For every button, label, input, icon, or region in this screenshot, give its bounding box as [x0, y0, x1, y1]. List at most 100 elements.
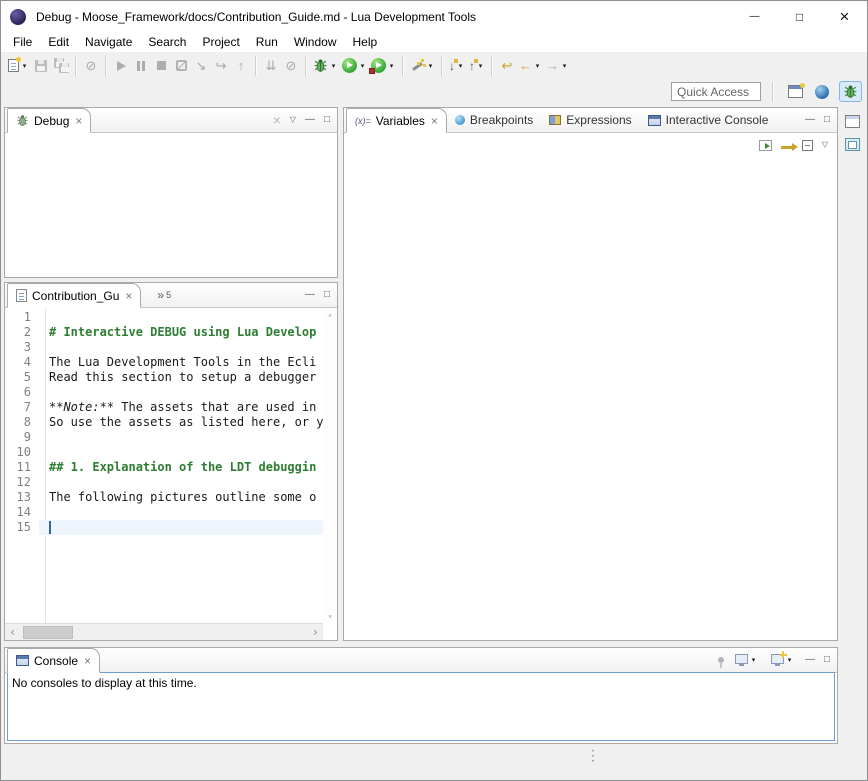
- use-step-filters-button[interactable]: ⊘: [281, 54, 301, 77]
- tab-breakpoints[interactable]: Breakpoints: [447, 108, 541, 132]
- editor-vertical-scrollbar[interactable]: ▴ ▾: [323, 308, 337, 623]
- save-all-button[interactable]: [51, 54, 71, 77]
- back-button[interactable]: ←▾: [517, 54, 544, 77]
- variables-view-menu-button[interactable]: ▽: [822, 141, 828, 149]
- console-icon: [16, 655, 29, 666]
- console-maximize-button[interactable]: □: [824, 655, 830, 665]
- run-button[interactable]: ▾: [340, 54, 369, 77]
- editor-maximize-button[interactable]: □: [324, 290, 330, 300]
- scroll-down-icon[interactable]: ▾: [328, 612, 333, 621]
- debug-perspective-button[interactable]: [839, 81, 862, 102]
- show-logical-structures-button[interactable]: [781, 146, 793, 149]
- tab-debug[interactable]: Debug ×: [7, 108, 91, 133]
- scroll-right-icon[interactable]: ›: [312, 626, 319, 638]
- remove-all-terminated-button[interactable]: ×: [273, 113, 281, 127]
- disconnect-button[interactable]: [171, 54, 191, 77]
- open-perspective-button[interactable]: [785, 80, 805, 103]
- next-annotation-dropdown-arrow[interactable]: ▾: [456, 62, 465, 70]
- show-type-names-button[interactable]: [759, 140, 772, 151]
- console-minimize-button[interactable]: —: [805, 655, 815, 665]
- open-console-button[interactable]: ▾: [769, 651, 796, 669]
- editor-minimize-button[interactable]: —: [305, 290, 315, 300]
- drop-to-frame-button[interactable]: ⇊: [261, 54, 281, 77]
- variables-maximize-button[interactable]: □: [824, 115, 830, 125]
- script-perspective-button[interactable]: [812, 80, 832, 103]
- save-button[interactable]: [31, 54, 51, 77]
- external-tools-dropdown-arrow[interactable]: ▾: [426, 62, 435, 70]
- pin-console-button[interactable]: [718, 657, 724, 663]
- back-dropdown-arrow[interactable]: ▾: [533, 62, 542, 70]
- suspend-button[interactable]: [131, 54, 151, 77]
- new-dropdown-arrow[interactable]: ▾: [20, 62, 29, 70]
- step-into-button[interactable]: ↘: [191, 54, 211, 77]
- restore-minimized-view-icon[interactable]: [845, 115, 860, 128]
- app-icon[interactable]: [10, 9, 26, 25]
- resume-button[interactable]: [111, 54, 131, 77]
- menu-file[interactable]: File: [5, 32, 40, 52]
- minimized-views-strip: [839, 107, 866, 641]
- horizontal-scrollbar-thumb[interactable]: [23, 626, 73, 639]
- menu-project[interactable]: Project: [194, 32, 247, 52]
- variables-view-content[interactable]: [344, 157, 837, 640]
- run-dropdown-arrow[interactable]: ▾: [358, 62, 367, 70]
- forward-button[interactable]: →▾: [544, 54, 571, 77]
- tab-contribution-guide-close-icon[interactable]: ×: [125, 290, 132, 302]
- scroll-up-icon[interactable]: ▴: [328, 310, 333, 319]
- debug-maximize-button[interactable]: □: [324, 115, 330, 125]
- status-bar-grip[interactable]: ⋮: [586, 748, 600, 762]
- external-tools-button[interactable]: ▾: [408, 54, 437, 77]
- menu-window[interactable]: Window: [286, 32, 345, 52]
- collapse-all-button[interactable]: [802, 140, 813, 151]
- window-close-button[interactable]: ×: [822, 1, 867, 32]
- step-over-button[interactable]: ↪: [211, 54, 231, 77]
- debug-dropdown-arrow[interactable]: ▾: [329, 62, 338, 70]
- forward-dropdown-arrow[interactable]: ▾: [560, 62, 569, 70]
- display-selected-console-button[interactable]: ▾: [733, 651, 760, 669]
- editor-horizontal-scrollbar[interactable]: ‹ ›: [5, 623, 323, 640]
- menu-run[interactable]: Run: [248, 32, 286, 52]
- tab-contribution-guide[interactable]: Contribution_Gu ×: [7, 283, 141, 308]
- last-edit-location-button[interactable]: ↩: [497, 54, 517, 77]
- quick-access-input[interactable]: Quick Access: [671, 82, 761, 101]
- debug-view-menu-button[interactable]: ▽: [290, 116, 296, 124]
- tab-console[interactable]: Console ×: [7, 648, 100, 673]
- variables-minimize-button[interactable]: —: [805, 115, 815, 125]
- previous-annotation-dropdown-arrow[interactable]: ▾: [476, 62, 485, 70]
- menu-navigate[interactable]: Navigate: [77, 32, 140, 52]
- back-icon: ←: [519, 59, 532, 72]
- scroll-left-icon[interactable]: ‹: [9, 626, 16, 638]
- console-content[interactable]: No consoles to display at this time.: [7, 672, 835, 741]
- terminate-button[interactable]: [151, 54, 171, 77]
- window-minimize-button[interactable]: —: [732, 1, 777, 32]
- previous-annotation-button[interactable]: ↑▾: [467, 54, 487, 77]
- tab-console-close-icon[interactable]: ×: [84, 655, 91, 667]
- debug-button[interactable]: ▾: [311, 54, 340, 77]
- save-icon: [35, 60, 47, 72]
- display-console-dropdown-arrow[interactable]: ▾: [749, 656, 758, 664]
- coverage-dropdown-arrow[interactable]: ▾: [387, 62, 396, 70]
- tab-variables-close-icon[interactable]: ×: [431, 115, 438, 127]
- new-icon: [8, 59, 19, 72]
- menu-help[interactable]: Help: [345, 32, 386, 52]
- skip-all-breakpoints-button[interactable]: ⊘: [81, 54, 101, 77]
- title-bar: Debug - Moose_Framework/docs/Contributio…: [1, 1, 867, 32]
- minimized-view-icon[interactable]: [845, 138, 860, 151]
- tab-expressions[interactable]: Expressions: [541, 108, 639, 132]
- next-annotation-button[interactable]: ↓▾: [447, 54, 467, 77]
- window-maximize-button[interactable]: □: [777, 1, 822, 32]
- line-number: 4: [5, 355, 39, 370]
- editor-content[interactable]: 1 2# Interactive DEBUG using Lua Develop…: [5, 308, 337, 640]
- menu-search[interactable]: Search: [140, 32, 194, 52]
- tab-interactive-console[interactable]: Interactive Console: [640, 108, 777, 132]
- menu-edit[interactable]: Edit: [40, 32, 77, 52]
- tab-variables[interactable]: (x)= Variables ×: [346, 108, 447, 133]
- new-button[interactable]: ▾: [6, 54, 31, 77]
- markdown-file-icon: [16, 289, 27, 302]
- editor-tab-overflow[interactable]: »5: [141, 283, 179, 307]
- expressions-icon: [549, 115, 561, 125]
- debug-view-content[interactable]: [5, 133, 337, 277]
- step-return-button[interactable]: ↑: [231, 54, 251, 77]
- tab-debug-close-icon[interactable]: ×: [75, 115, 82, 127]
- coverage-button[interactable]: ▾: [369, 54, 398, 77]
- debug-minimize-button[interactable]: —: [305, 115, 315, 125]
